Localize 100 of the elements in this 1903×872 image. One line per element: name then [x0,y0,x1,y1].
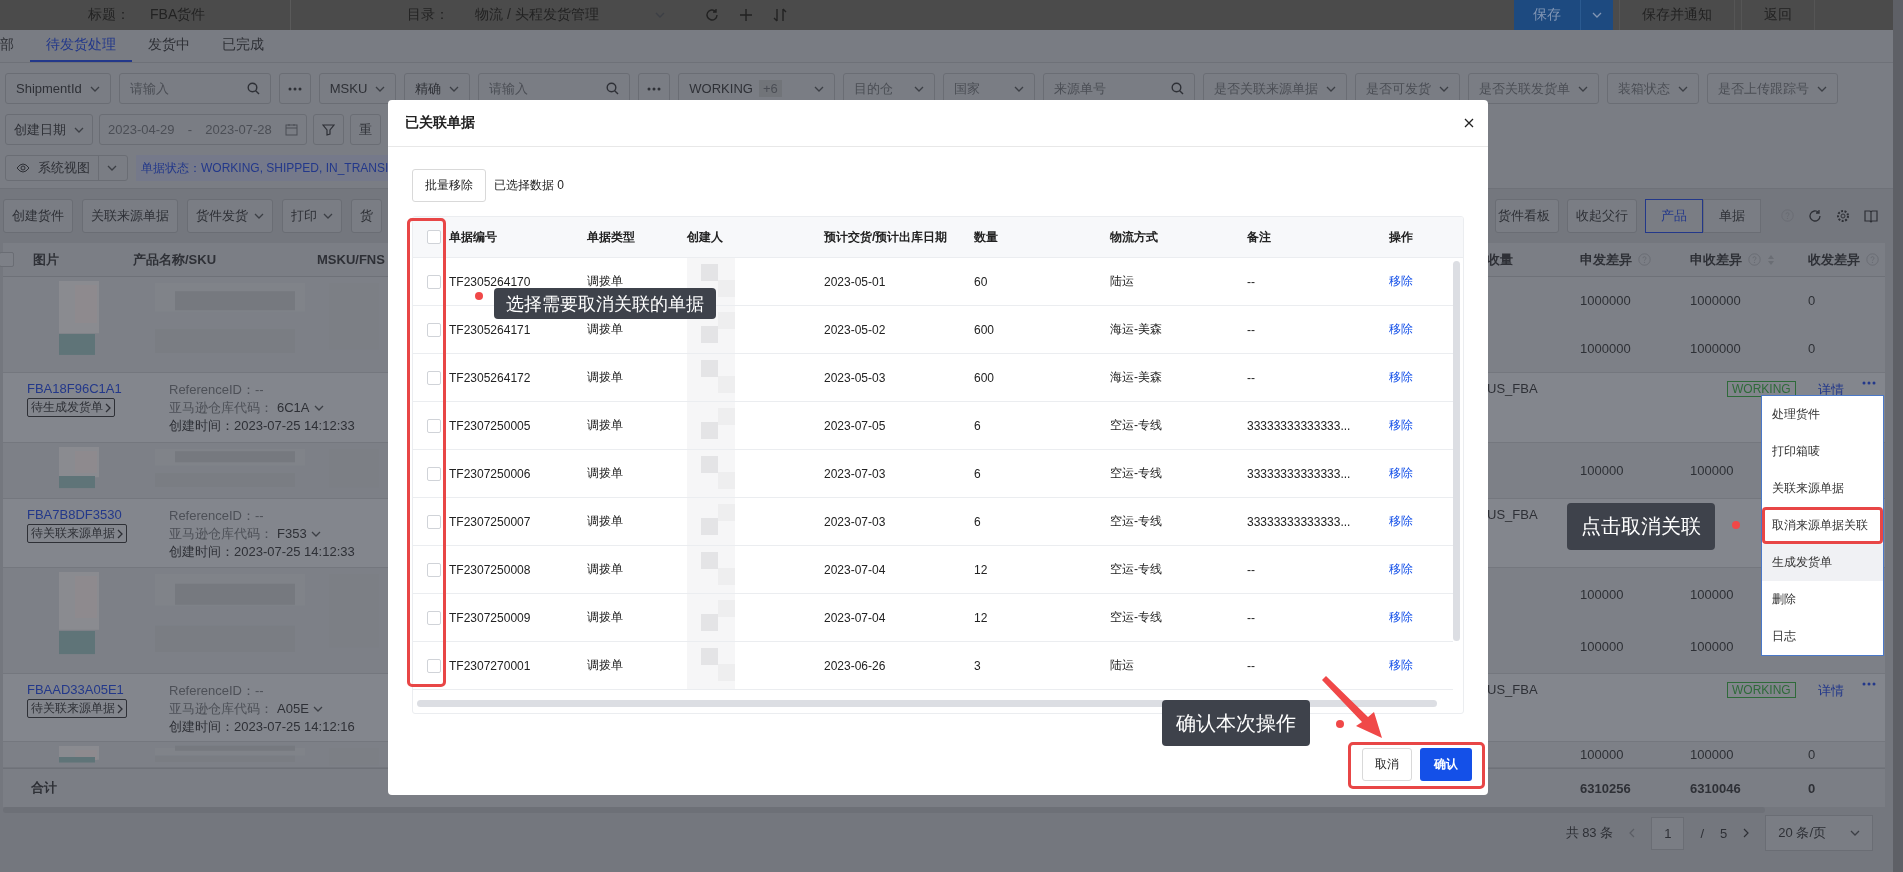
table-cell-text: 海运-美森 [1110,321,1163,338]
detail-link[interactable]: 详情 [1817,682,1844,700]
save-button[interactable]: 保存 [1514,0,1580,30]
number-cell: 1000000 [1690,293,1741,309]
shipment-link[interactable]: FBA18F96C1A1 [27,381,122,396]
scrollbar[interactable] [1453,261,1460,641]
remove-link[interactable]: 移除 [1389,561,1453,578]
remove-link[interactable]: 移除 [1389,369,1453,386]
table-cell-text: 33333333333333... [1247,514,1352,529]
previous-page-icon[interactable] [1629,828,1636,838]
table-cell-text: 2023-05-03 [824,370,887,385]
chevron-down-icon [1816,85,1827,92]
column-header: 收发差异 [1808,250,1860,269]
plus-icon[interactable] [739,8,753,22]
number-cell: 100000 [1690,639,1734,655]
filter-button[interactable] [313,114,344,145]
toolbar-button[interactable]: 货件发货 [187,199,273,233]
view-toggle[interactable]: 单据 [1703,199,1761,233]
table-cell-text: 2023-07-03 [824,514,887,529]
save-dropdown-button[interactable] [1580,0,1613,30]
view-select[interactable]: 系统视图 [5,155,128,181]
table-cell-text: TF2307250005 [449,418,532,433]
search-icon [246,82,260,95]
reset-button[interactable]: 重 [350,114,381,145]
board-button[interactable]: 货件看板 [1495,199,1559,233]
settings-icon[interactable] [1836,209,1850,223]
collapse-button[interactable]: 收起父行 [1567,199,1637,233]
view-toggle[interactable]: 产品 [1645,199,1703,233]
total-value: 0 [1808,780,1816,796]
status-tag[interactable]: 待关联来源单据 [27,524,127,543]
table-cell-text: 调拨单 [587,561,624,578]
toolbar-button[interactable]: 创建货件 [3,199,73,233]
table-cell-text: 空运-专线 [1110,561,1163,578]
tab[interactable]: 发货中 [132,30,206,62]
page-input[interactable]: 1 [1651,816,1685,850]
number-cell: 100000 [1690,463,1734,478]
number-cell: 100000 [1580,747,1624,762]
remove-link[interactable]: 移除 [1389,465,1453,482]
number-cell: 100000 [1580,463,1624,478]
confirm-button[interactable]: 确认 [1420,748,1472,781]
table-cell-text: 12 [974,610,989,625]
column-header: 预计交货/预计出库日期 [824,228,949,246]
refresh-icon[interactable] [1808,209,1822,223]
remove-link[interactable]: 移除 [1389,609,1453,626]
shipment-link[interactable]: FBAAD33A05E1 [27,682,124,697]
more-icon[interactable] [1861,381,1876,385]
tab[interactable]: 已完成 [206,30,280,62]
table-cell-text: 6 [974,514,982,529]
sort-icon[interactable] [773,8,787,22]
eye-icon [16,163,30,173]
column-header: 数量 [974,228,999,246]
tab[interactable]: 部 [0,30,30,62]
column-header: 创建人 [687,228,724,246]
select-field[interactable]: MSKU [318,73,397,104]
book-icon[interactable] [1864,209,1878,223]
toolbar-button[interactable]: 关联来源单据 [82,199,178,233]
menu-item[interactable]: 取消来源单据关联 [1762,507,1883,544]
toolbar-button[interactable]: 打印 [282,199,342,233]
select-field[interactable]: ShipmentId [5,73,111,104]
cancel-button[interactable]: 取消 [1362,748,1412,781]
more-icon[interactable] [1861,682,1876,686]
more-icon[interactable] [287,86,302,91]
table-cell-text: 陆运 [1110,273,1135,290]
status-badge: WORKING [1727,682,1796,698]
table-cell-text: 600 [974,370,996,385]
scrollbar[interactable] [1893,0,1903,872]
chevron-right-icon [105,402,111,413]
search-icon [1170,82,1184,95]
chevron-down-icon [89,85,100,92]
table-cell-text: TF2307250009 [449,610,532,625]
table-cell-text: 调拨单 [587,609,624,626]
detail-link[interactable]: 详情 [1817,381,1844,399]
close-icon[interactable] [1464,118,1474,128]
remove-link[interactable]: 移除 [1389,657,1453,674]
channel-text: US_FBA [1487,507,1539,522]
remove-link[interactable]: 移除 [1389,321,1453,338]
shipment-link[interactable]: FBA7B8DF3530 [27,507,122,522]
chevron-down-icon [1677,85,1688,92]
page-separator: / [1700,825,1705,841]
remove-link[interactable]: 移除 [1389,513,1453,530]
remove-link[interactable]: 移除 [1389,417,1453,434]
table-cell-text: TF2307250008 [449,562,532,577]
toolbar-button[interactable]: 货 [351,199,382,233]
table-cell-text: 12 [974,562,989,577]
status-tag[interactable]: 待关联来源单据 [27,699,127,718]
chevron-right-icon [117,703,123,714]
remove-link[interactable]: 移除 [1389,273,1453,290]
status-tag[interactable]: 待生成发货单 [27,398,115,417]
warehouse-code: A05E [277,700,309,718]
table-cell-text: 600 [974,322,996,337]
page-size-select[interactable]: 20 条/页 [1765,815,1873,851]
menu-item[interactable]: 生成发货单 [1762,544,1883,581]
more-icon[interactable] [647,86,662,91]
refresh-icon[interactable] [705,8,719,22]
date-type-select[interactable]: 创建日期 [5,114,93,145]
table-cell-text: 调拨单 [587,321,624,338]
column-header: 图片 [33,250,60,269]
batch-remove-button[interactable]: 批量移除 [412,169,486,202]
dialog-title: 已关联单据 [405,114,475,132]
next-page-icon[interactable] [1743,828,1750,838]
